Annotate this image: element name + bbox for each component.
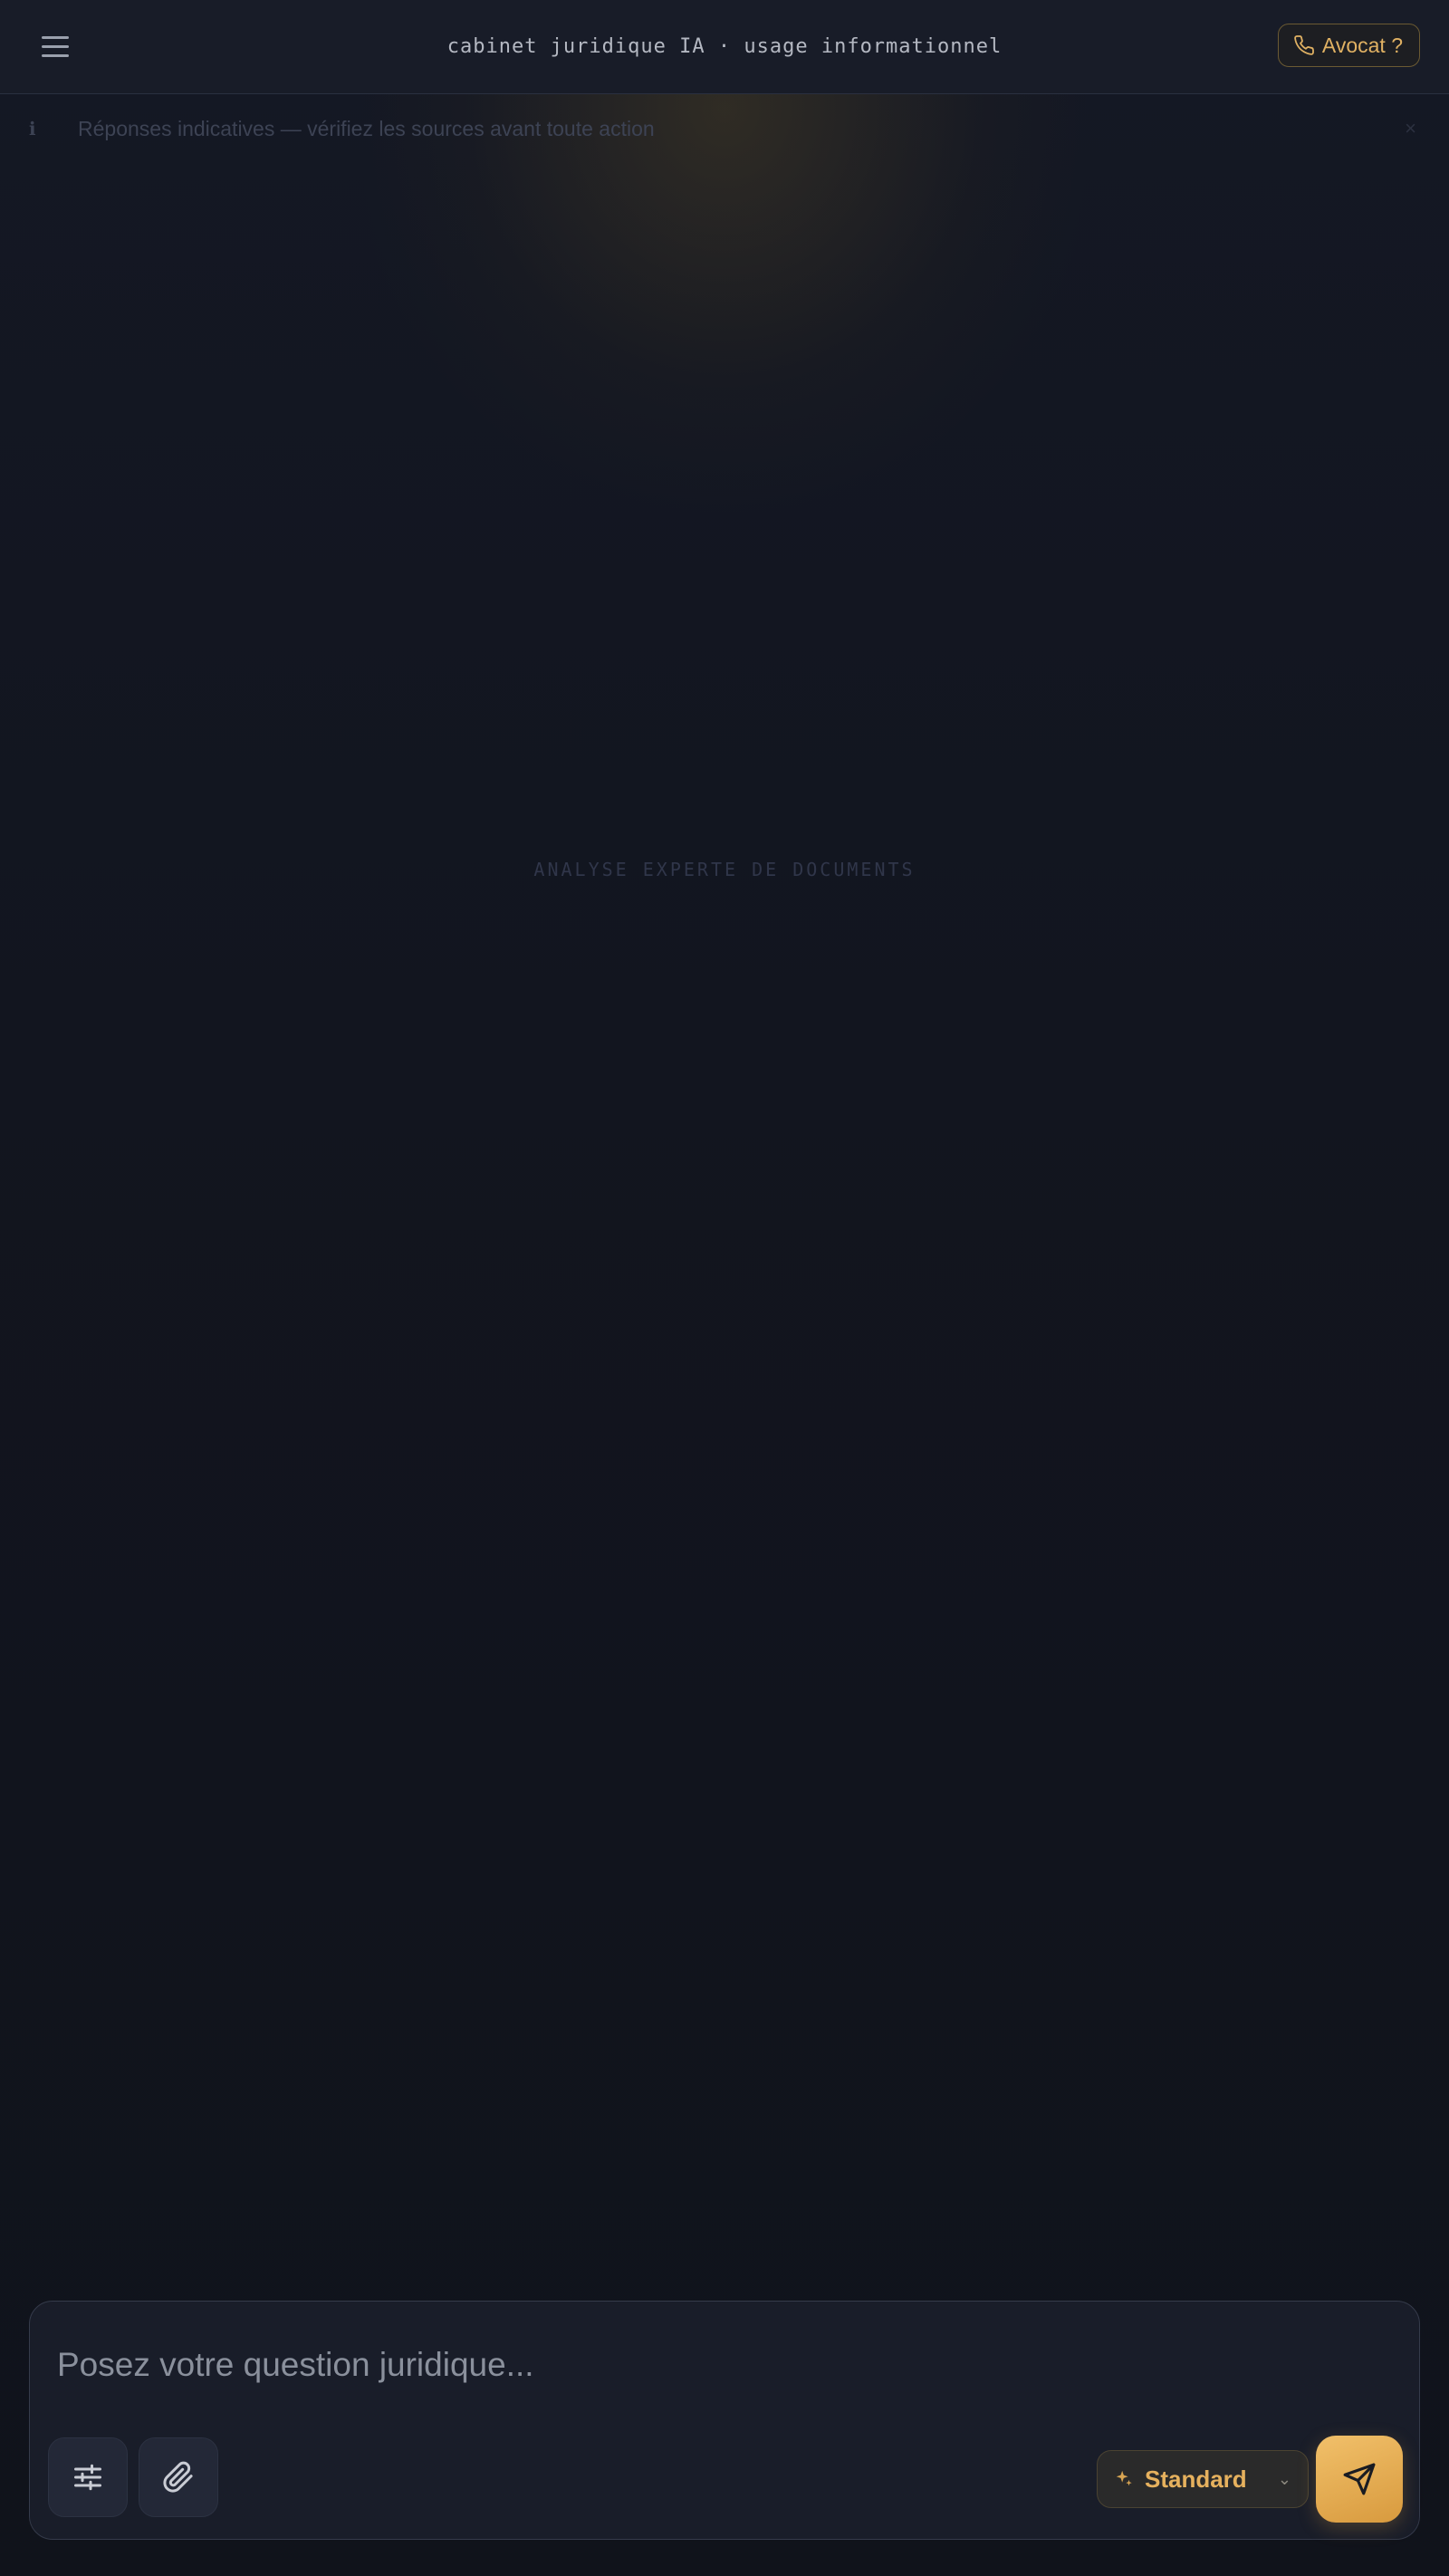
mode-label: Standard <box>1145 2465 1247 2493</box>
settings-button[interactable] <box>48 2437 128 2517</box>
lawyer-button[interactable]: Avocat ? <box>1277 24 1420 67</box>
menu-icon-bar <box>42 53 69 57</box>
menu-icon-bar <box>42 44 69 48</box>
attach-button[interactable] <box>139 2437 218 2517</box>
hero-label: ANALYSE EXPERTE DE DOCUMENTS <box>533 859 916 880</box>
chevron-down-icon: ⌄ <box>1277 2469 1291 2488</box>
paperclip-icon <box>163 2461 193 2493</box>
menu-button[interactable] <box>34 25 76 67</box>
send-button[interactable] <box>1316 2436 1403 2523</box>
disclaimer-banner: ℹ Réponses indicatives — vérifiez les so… <box>0 94 1449 163</box>
phone-icon <box>1294 35 1314 55</box>
sliders-icon <box>74 2464 101 2491</box>
disclaimer-text: Réponses indicatives — vérifiez les sour… <box>78 116 655 140</box>
info-icon: ℹ <box>29 119 38 139</box>
lawyer-button-label: Avocat ? <box>1321 33 1403 57</box>
close-icon[interactable]: × <box>1405 117 1416 140</box>
send-icon <box>1343 2463 1376 2495</box>
background-glow <box>0 0 1449 2576</box>
sparkle-icon <box>1116 2470 1132 2486</box>
question-input[interactable] <box>57 2341 1053 2389</box>
menu-icon-bar <box>42 35 69 39</box>
top-bar: cabinet juridique IA · usage information… <box>0 0 1449 94</box>
mode-selector[interactable]: Standard ⌄ <box>1097 2450 1309 2508</box>
chat-composer: Standard ⌄ <box>29 2301 1420 2540</box>
app-title: cabinet juridique IA · usage information… <box>446 35 1003 58</box>
